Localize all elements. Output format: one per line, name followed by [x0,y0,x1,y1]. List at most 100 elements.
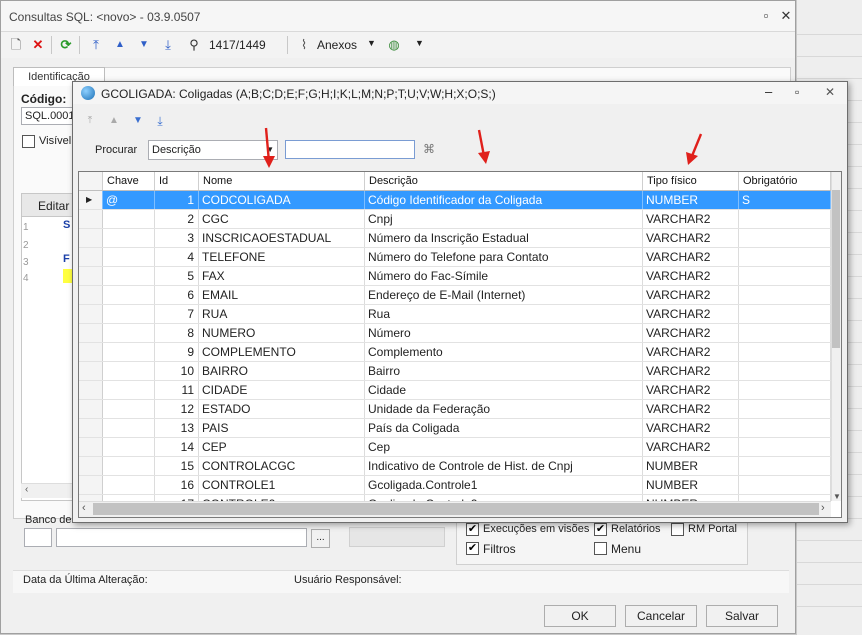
dialog-title: GCOLIGADA: Coligadas (A;B;C;D;E;F;G;H;I;… [101,87,496,101]
new-document-icon[interactable]: 🗋 [7,36,25,54]
scroll-left-icon[interactable]: ‹ [25,484,28,495]
cell-nome: CIDADE [199,381,365,399]
row-indicator[interactable] [79,248,103,266]
row-indicator[interactable] [79,286,103,304]
banco-name-field[interactable] [56,528,307,547]
app-logo-icon [81,86,95,100]
cell-id: 12 [155,400,199,418]
ok-button[interactable]: OK [544,605,616,627]
row-indicator[interactable] [79,210,103,228]
table-row[interactable]: 8 NUMERO Número VARCHAR2 [79,324,831,343]
col-nome[interactable]: Nome [199,172,365,190]
cell-nome: BAIRRO [199,362,365,380]
col-id[interactable]: Id [155,172,199,190]
table-row[interactable]: 6 EMAIL Endereço de E-Mail (Internet) VARCH… [79,286,831,305]
cell-id: 3 [155,229,199,247]
paperclip-icon[interactable]: ⌇ [295,36,313,54]
previous-record-icon[interactable]: ▲ [111,36,129,54]
chevron-down-icon[interactable]: ▼ [367,38,376,48]
execucoes-checkbox[interactable]: ✔ [466,523,479,536]
relatorios-checkbox[interactable]: ✔ [594,523,607,536]
row-indicator[interactable] [79,362,103,380]
search-input[interactable] [285,140,415,159]
row-indicator[interactable]: ▶ [79,191,103,209]
col-chave[interactable]: Chave [103,172,155,190]
cell-obrig [739,343,831,361]
row-indicator[interactable] [79,438,103,456]
globe-icon[interactable]: ◍ [385,36,403,54]
cell-nome: CODCOLIGADA [199,191,365,209]
filtros-checkbox[interactable]: ✔ [466,542,479,555]
previous-record-icon[interactable]: ▲ [107,114,121,128]
row-indicator[interactable] [79,324,103,342]
table-row[interactable]: 12 ESTADO Unidade da Federação VARCHAR2 [79,400,831,419]
table-row[interactable]: 15 CONTROLACGC Indicativo de Controle de H… [79,457,831,476]
anexos-button[interactable]: Anexos [317,38,357,52]
last-record-icon[interactable]: ⤓ [153,114,167,128]
scroll-right-icon[interactable]: › [821,502,825,514]
scroll-down-icon[interactable]: ▼ [833,492,841,501]
cell-chave [103,476,155,494]
table-row[interactable]: 10 BAIRRO Bairro VARCHAR2 [79,362,831,381]
grid-header: Chave Id Nome Descrição Tipo físico Obri… [79,172,831,191]
table-row[interactable]: 4 TELEFONE Número do Telefone para Contato… [79,248,831,267]
close-icon[interactable]: ✕ [825,85,835,99]
row-indicator[interactable] [79,229,103,247]
table-row[interactable]: 9 COMPLEMENTO Complemento VARCHAR2 [79,343,831,362]
close-icon[interactable]: ✕ [779,9,793,23]
cell-obrig [739,210,831,228]
banco-code-field[interactable] [24,528,52,547]
cell-nome: CGC [199,210,365,228]
table-row[interactable]: 14 CEP Cep VARCHAR2 [79,438,831,457]
table-row[interactable]: 7 RUA Rua VARCHAR2 [79,305,831,324]
row-indicator[interactable] [79,476,103,494]
cell-descricao: Rua [365,305,643,323]
table-row[interactable]: 3 INSCRICAOESTADUAL Número da Inscrição Es… [79,229,831,248]
row-indicator[interactable] [79,400,103,418]
row-indicator[interactable] [79,381,103,399]
binoculars-icon[interactable]: ⚲ [185,36,203,54]
cancelar-button[interactable]: Cancelar [625,605,697,627]
table-row[interactable]: ▶ @1 CODCOLIGADA Código Identificador da Co… [79,191,831,210]
rmportal-checkbox[interactable] [671,523,684,536]
last-record-icon[interactable]: ⤓ [159,36,177,54]
cell-obrig: S [739,191,831,209]
delete-x-icon[interactable]: ✕ [29,36,47,54]
maximize-icon[interactable]: ▫ [795,85,799,99]
chevron-down-icon[interactable]: ▼ [415,38,424,48]
table-row[interactable]: 13 PAIS País da Coligada VARCHAR2 [79,419,831,438]
grid-vscroll-thumb[interactable] [832,190,840,348]
editar-tab[interactable]: Editar [21,193,77,217]
col-tipo-fisico[interactable]: Tipo físico [643,172,739,190]
menu-checkbox[interactable] [594,542,607,555]
table-row[interactable]: 2 CGC Cnpj VARCHAR2 [79,210,831,229]
search-go-icon[interactable]: ⌘ [423,142,435,156]
first-record-icon[interactable]: ⤒ [83,114,97,128]
table-row[interactable]: 5 FAX Número do Fac-Símile VARCHAR2 [79,267,831,286]
cell-nome: INSCRICAOESTADUAL [199,229,365,247]
visivel-checkbox[interactable] [22,135,35,148]
row-indicator[interactable] [79,305,103,323]
scroll-left-icon[interactable]: ‹ [82,502,86,514]
refresh-icon[interactable]: ⟳ [57,36,75,54]
next-record-icon[interactable]: ▼ [135,36,153,54]
cell-descricao: Indicativo de Controle de Hist. de Cnpj [365,457,643,475]
row-indicator[interactable] [79,343,103,361]
row-indicator[interactable] [79,457,103,475]
col-descricao[interactable]: Descrição [365,172,643,190]
editor-text: S [63,219,71,231]
grid-hscroll-thumb[interactable] [93,503,819,515]
col-obrigatorio[interactable]: Obrigatório [739,172,831,190]
cell-obrig [739,229,831,247]
next-record-icon[interactable]: ▼ [131,114,145,128]
first-record-icon[interactable]: ⤒ [87,36,105,54]
table-row[interactable]: 16 CONTROLE1 Gcoligada.Controle1 NUMBER [79,476,831,495]
cell-tipo: VARCHAR2 [643,438,739,456]
salvar-button[interactable]: Salvar [706,605,778,627]
table-row[interactable]: 11 CIDADE Cidade VARCHAR2 [79,381,831,400]
restore-icon[interactable]: ▫ [759,9,773,23]
row-indicator[interactable] [79,419,103,437]
minimize-icon[interactable]: – [765,84,772,99]
banco-lookup-button[interactable]: ... [311,529,330,548]
row-indicator[interactable] [79,267,103,285]
